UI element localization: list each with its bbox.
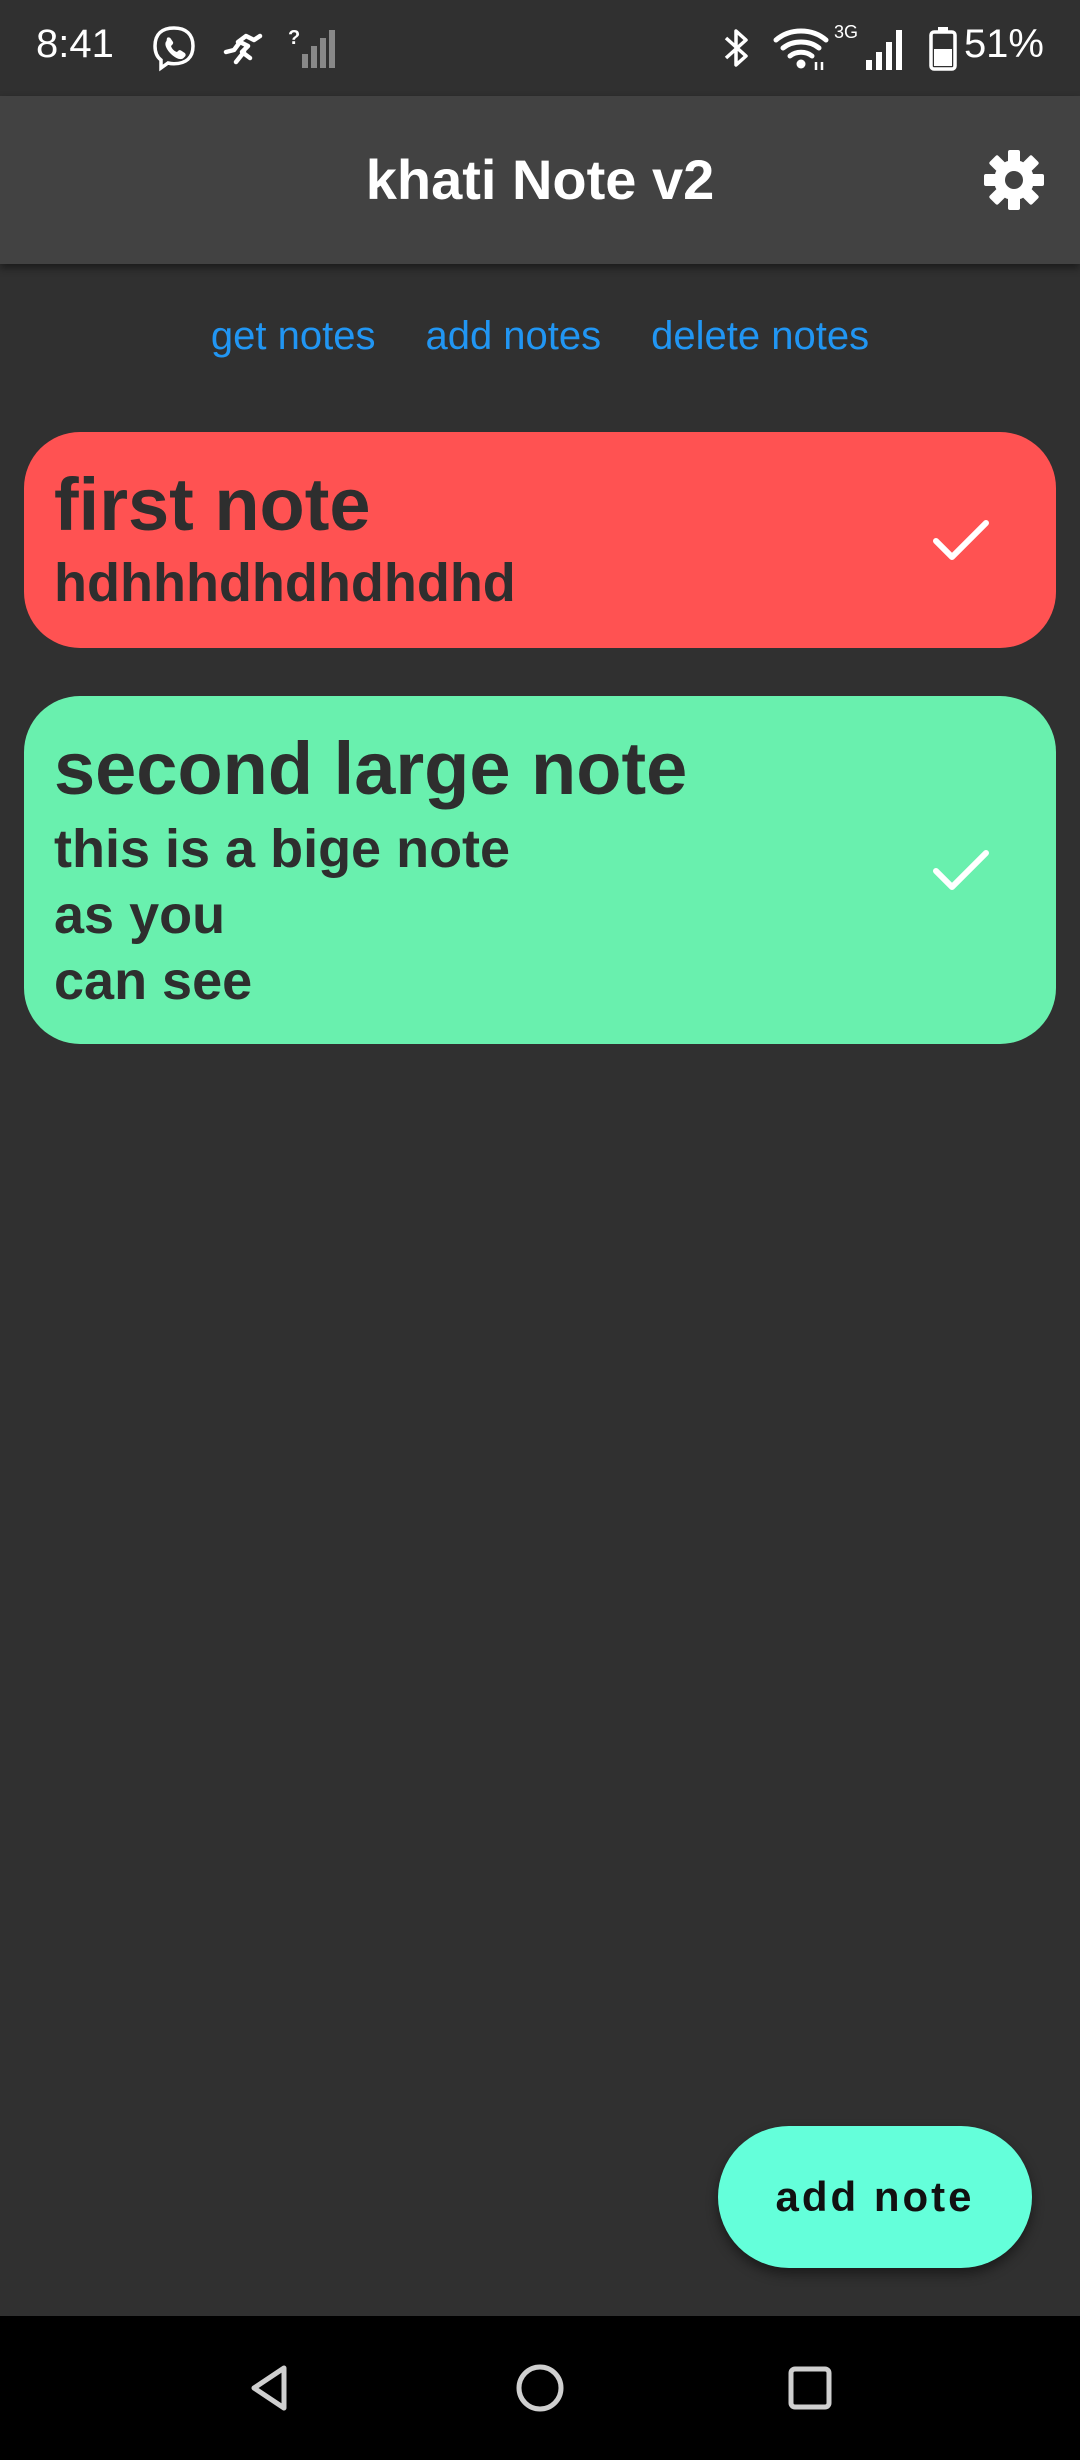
system-nav-bar bbox=[0, 2316, 1080, 2460]
no-sim-signal-icon: ? bbox=[284, 22, 340, 74]
svg-text:3G: 3G bbox=[834, 22, 858, 42]
app-bar: khati Note v2 bbox=[0, 96, 1080, 264]
home-circle-icon bbox=[516, 2364, 564, 2412]
add-note-button[interactable]: add note bbox=[718, 2126, 1032, 2268]
bluetooth-icon bbox=[716, 22, 756, 74]
app-title: khati Note v2 bbox=[365, 148, 715, 211]
action-buttons-row: get notes add notes delete notes bbox=[0, 300, 1080, 372]
recents-square-icon bbox=[788, 2366, 832, 2410]
gear-icon bbox=[984, 150, 1044, 210]
check-icon bbox=[933, 520, 989, 560]
complete-note-button[interactable] bbox=[926, 505, 996, 575]
viber-icon bbox=[148, 22, 200, 74]
note-body: hdhhhdhdhdhdhd bbox=[54, 553, 516, 613]
get-notes-button[interactable]: get notes bbox=[211, 306, 376, 367]
delete-notes-button[interactable]: delete notes bbox=[651, 306, 869, 367]
running-activity-icon bbox=[218, 22, 270, 74]
note-card[interactable]: first note hdhhhdhdhdhdhd bbox=[24, 432, 1056, 648]
nav-recents-button[interactable] bbox=[780, 2358, 840, 2418]
note-title: first note bbox=[54, 463, 371, 546]
note-title: second large note bbox=[54, 727, 688, 810]
svg-text:?: ? bbox=[288, 27, 300, 49]
battery-percent: 51% bbox=[963, 22, 1044, 66]
note-body: this is a bige note as you can see bbox=[54, 819, 511, 1011]
status-bar: 8:41 ? 3G 51% bbox=[0, 0, 1080, 96]
add-notes-button[interactable]: add notes bbox=[425, 306, 601, 367]
battery-icon bbox=[926, 22, 960, 74]
complete-note-button[interactable] bbox=[926, 835, 996, 905]
settings-button[interactable] bbox=[982, 148, 1046, 212]
note-card[interactable]: second large note this is a bige note as… bbox=[24, 696, 1056, 1044]
status-time: 8:41 bbox=[36, 22, 114, 66]
cellular-3g-icon: 3G bbox=[834, 22, 910, 74]
back-triangle-icon bbox=[251, 2365, 287, 2411]
screen: 8:41 ? 3G 51% khati Note v2 get notes ad… bbox=[0, 0, 1080, 2460]
nav-home-button[interactable] bbox=[510, 2358, 570, 2418]
nav-back-button[interactable] bbox=[240, 2358, 300, 2418]
wifi-icon bbox=[772, 22, 830, 74]
check-icon bbox=[933, 850, 989, 890]
